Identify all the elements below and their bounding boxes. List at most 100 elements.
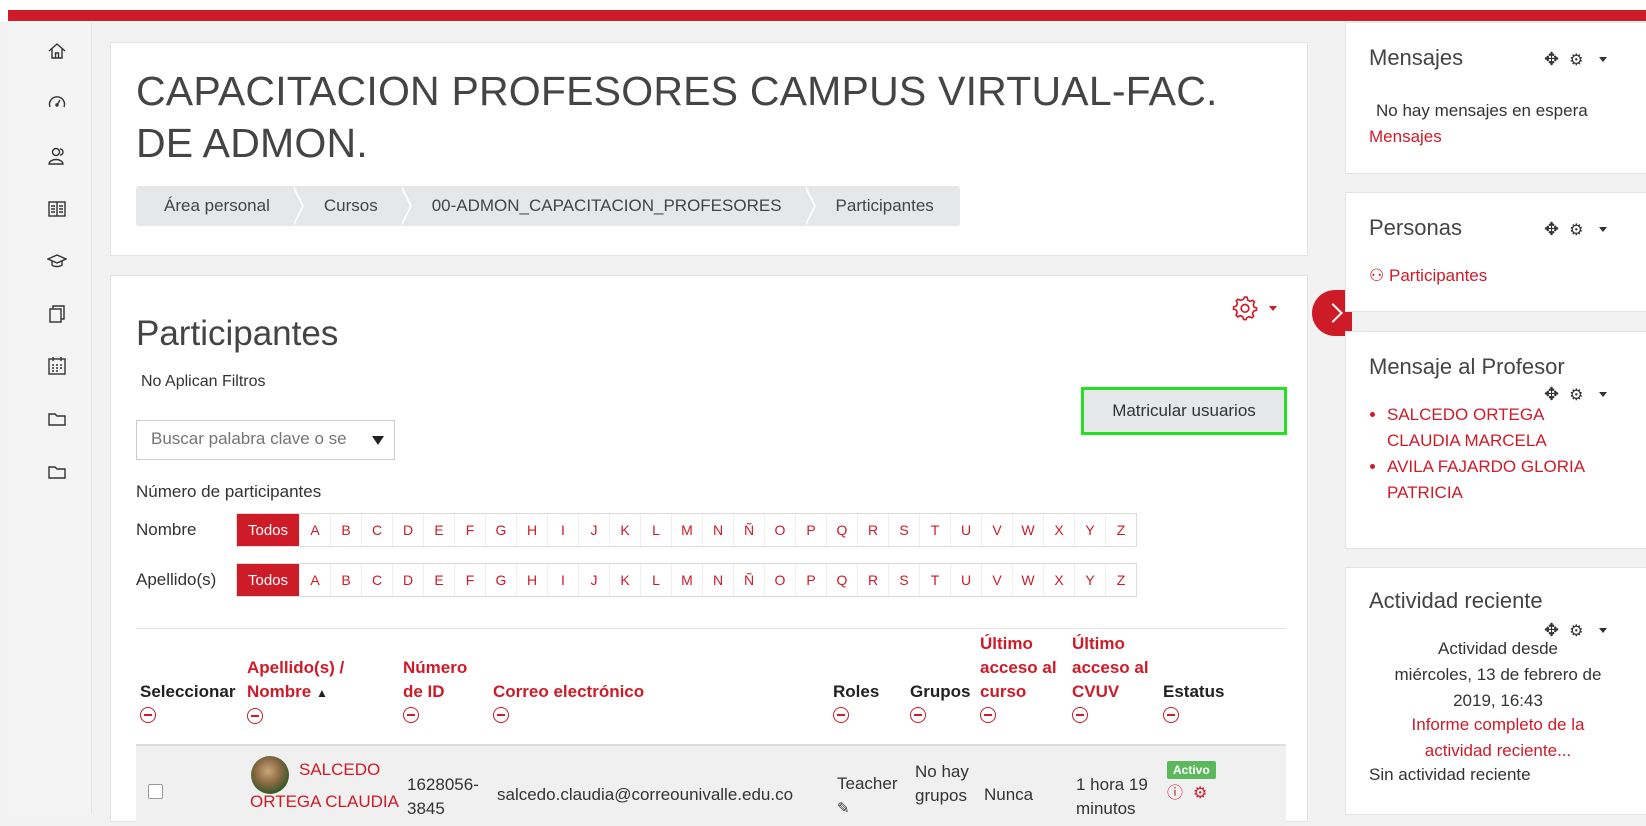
letter-filter[interactable]: T	[920, 564, 951, 596]
teacher-link[interactable]: SALCEDO ORTEGA CLAUDIA MARCELA	[1387, 402, 1617, 454]
letter-filter[interactable]: C	[362, 564, 393, 596]
letter-filter[interactable]: T	[920, 514, 951, 546]
letter-filter[interactable]: U	[951, 564, 982, 596]
participant-name-line2[interactable]: ORTEGA CLAUDIA	[250, 790, 399, 814]
letter-filter[interactable]: Q	[827, 564, 858, 596]
letter-filter[interactable]: E	[424, 564, 455, 596]
collapse-icon[interactable]	[140, 707, 156, 723]
filter-search[interactable]	[136, 420, 395, 460]
letter-filter[interactable]: A	[300, 564, 331, 596]
breadcrumb-item-course[interactable]: 00-ADMON_CAPACITACION_PROFESORES	[404, 186, 816, 226]
column-email[interactable]: Correo electrónico	[493, 680, 644, 723]
letter-filter[interactable]: Ñ	[734, 564, 765, 596]
letter-filter[interactable]: N	[703, 564, 734, 596]
letter-filter[interactable]: Y	[1075, 514, 1106, 546]
collapse-icon[interactable]	[403, 707, 419, 723]
letter-filter[interactable]: P	[796, 564, 827, 596]
letter-filter[interactable]: W	[1013, 564, 1044, 596]
calendar-icon[interactable]	[46, 355, 68, 377]
teacher-link[interactable]: AVILA FAJARDO GLORIA PATRICIA	[1387, 454, 1617, 506]
select-checkbox[interactable]	[148, 784, 163, 799]
participants-icon[interactable]	[46, 145, 68, 167]
letter-filter[interactable]: C	[362, 514, 393, 546]
move-icon[interactable]: ✥	[1544, 219, 1559, 240]
letter-filter[interactable]: U	[951, 514, 982, 546]
folder-icon[interactable]	[46, 408, 68, 430]
letter-filter[interactable]: F	[455, 564, 486, 596]
letter-filter[interactable]: N	[703, 514, 734, 546]
dropdown-arrow-icon[interactable]	[372, 436, 384, 445]
letter-filter[interactable]: K	[610, 514, 641, 546]
letter-filter[interactable]: R	[858, 514, 889, 546]
letter-filter[interactable]: J	[579, 564, 610, 596]
breadcrumb-item-courses[interactable]: Cursos	[296, 186, 412, 226]
letter-all[interactable]: Todos	[237, 564, 300, 596]
letter-filter[interactable]: Q	[827, 514, 858, 546]
letter-filter[interactable]: H	[517, 514, 548, 546]
collapse-icon[interactable]	[1072, 707, 1088, 723]
chevron-down-icon[interactable]	[1599, 57, 1608, 62]
letter-filter[interactable]: X	[1044, 514, 1075, 546]
gear-icon[interactable]: ⚙	[1569, 50, 1583, 70]
letter-filter[interactable]: B	[331, 564, 362, 596]
breadcrumb-item-participants[interactable]: Participantes	[808, 186, 960, 226]
letter-filter[interactable]: K	[610, 564, 641, 596]
letter-filter[interactable]: P	[796, 514, 827, 546]
collapse-icon[interactable]	[910, 707, 926, 723]
column-last-course-access[interactable]: Último acceso al curso	[980, 632, 1057, 723]
participants-link[interactable]: ⚇ Participantes	[1369, 263, 1487, 289]
column-name[interactable]: Apellido(s) / Nombre ▲	[247, 656, 344, 724]
letter-filter[interactable]: Ñ	[734, 514, 765, 546]
letter-filter[interactable]: D	[393, 514, 424, 546]
messages-link[interactable]: Mensajes	[1369, 124, 1442, 150]
letter-all[interactable]: Todos	[237, 514, 300, 546]
letter-filter[interactable]: G	[486, 514, 517, 546]
letter-filter[interactable]: S	[889, 564, 920, 596]
resources-icon[interactable]	[46, 303, 68, 325]
letter-filter[interactable]: Z	[1106, 514, 1136, 546]
education-icon[interactable]	[46, 250, 68, 272]
letter-filter[interactable]: Z	[1106, 564, 1136, 596]
letter-filter[interactable]: H	[517, 564, 548, 596]
letter-filter[interactable]: R	[858, 564, 889, 596]
home-icon[interactable]	[46, 40, 68, 62]
letter-filter[interactable]: V	[982, 514, 1013, 546]
letter-filter[interactable]: O	[765, 514, 796, 546]
gear-icon[interactable]: ⚙	[1193, 782, 1207, 806]
letter-filter[interactable]: W	[1013, 514, 1044, 546]
avatar[interactable]	[251, 756, 289, 794]
letter-filter[interactable]: Y	[1075, 564, 1106, 596]
grades-icon[interactable]	[46, 198, 68, 220]
letter-filter[interactable]: I	[548, 514, 579, 546]
search-input[interactable]	[137, 421, 385, 457]
collapse-icon[interactable]	[1163, 707, 1179, 723]
column-last-cvuv-access[interactable]: Último acceso al CVUV	[1072, 632, 1149, 723]
letter-filter[interactable]: V	[982, 564, 1013, 596]
page-actions-menu[interactable]	[1231, 294, 1277, 322]
letter-filter[interactable]: G	[486, 564, 517, 596]
letter-filter[interactable]: F	[455, 514, 486, 546]
letter-filter[interactable]: L	[641, 514, 672, 546]
column-id-number[interactable]: Número de ID	[403, 656, 467, 723]
folder-icon[interactable]	[46, 461, 68, 483]
letter-filter[interactable]: M	[672, 514, 703, 546]
chevron-down-icon[interactable]	[1599, 227, 1608, 232]
participant-name-line1[interactable]: SALCEDO	[299, 758, 380, 782]
breadcrumb-item-personal-area[interactable]: Área personal	[136, 186, 304, 226]
letter-filter[interactable]: L	[641, 564, 672, 596]
letter-filter[interactable]: E	[424, 514, 455, 546]
letter-filter[interactable]: D	[393, 564, 424, 596]
letter-filter[interactable]: O	[765, 564, 796, 596]
full-report-link[interactable]: Informe completo de la actividad recient…	[1369, 712, 1627, 764]
collapse-icon[interactable]	[833, 707, 849, 723]
dashboard-icon[interactable]	[46, 92, 68, 114]
letter-filter[interactable]: X	[1044, 564, 1075, 596]
edit-pencil-icon[interactable]: ✎	[837, 800, 850, 817]
letter-filter[interactable]: M	[672, 564, 703, 596]
letter-filter[interactable]: I	[548, 564, 579, 596]
collapse-icon[interactable]	[247, 708, 263, 724]
letter-filter[interactable]: S	[889, 514, 920, 546]
collapse-icon[interactable]	[493, 707, 509, 723]
move-icon[interactable]: ✥	[1544, 49, 1559, 70]
letter-filter[interactable]: J	[579, 514, 610, 546]
